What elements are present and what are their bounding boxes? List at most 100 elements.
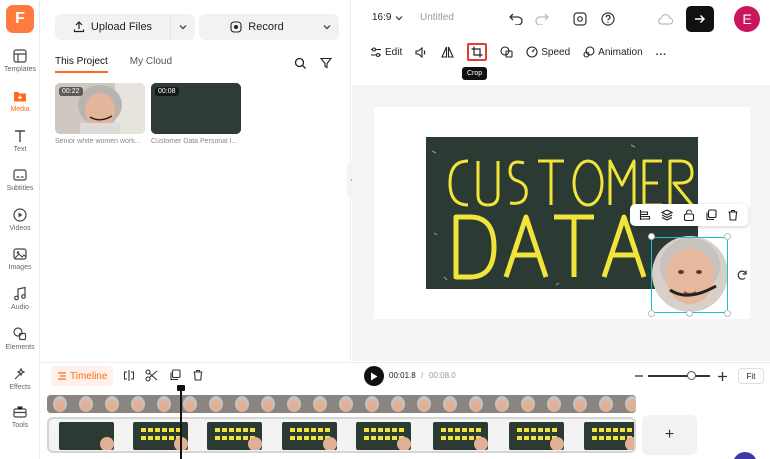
rail-item-subtitles[interactable]: Subtitles (0, 167, 40, 203)
rail-item-text[interactable]: Text (0, 128, 40, 164)
resize-handle-top-left[interactable] (648, 233, 655, 240)
speaker-icon (415, 46, 426, 58)
zoom-slider-knob[interactable] (687, 371, 696, 380)
help-button[interactable] (599, 10, 617, 28)
play-icon (371, 372, 378, 380)
zoom-slider-track[interactable] (648, 375, 710, 377)
zoom-in-icon[interactable] (718, 372, 727, 381)
split-icon[interactable] (123, 369, 135, 382)
aspect-ratio-select[interactable]: 16:9 (372, 12, 403, 23)
play-button[interactable] (364, 366, 384, 386)
rail-item-label: Tools (11, 422, 29, 429)
resize-handle-top-right[interactable] (724, 233, 731, 240)
record-options-button[interactable] (315, 23, 339, 31)
tab-this-project[interactable]: This Project (55, 56, 108, 73)
rail-item-label: Videos (9, 225, 31, 232)
screenshot-button[interactable] (571, 10, 589, 28)
project-title[interactable]: Untitled (420, 12, 454, 23)
unlock-icon[interactable] (683, 209, 695, 221)
total-time: 00:08.0 (429, 371, 456, 380)
duplicate-icon[interactable] (705, 209, 717, 221)
resize-handle-bottom-left[interactable] (648, 310, 655, 317)
search-icon (294, 57, 306, 69)
element-toolbar: Edit Speed Animation ... (364, 40, 764, 64)
flip-button[interactable] (441, 46, 455, 58)
timeline-toggle-button[interactable]: Timeline (51, 366, 114, 386)
media-thumb-video-1[interactable]: 00:22 (55, 83, 145, 134)
mask-button[interactable] (500, 46, 513, 58)
fit-button[interactable]: Fit (738, 368, 764, 384)
main-video-track[interactable]: 1 (47, 417, 636, 453)
face-frame-thumb (385, 395, 411, 413)
undo-button[interactable] (507, 10, 525, 28)
resize-handle-bottom-right[interactable] (724, 310, 731, 317)
media-thumb-video-2[interactable]: 00:08 (151, 83, 241, 134)
text-icon (15, 130, 25, 142)
crop-button[interactable] (467, 43, 488, 61)
face-frame-thumb (255, 395, 281, 413)
rail-item-media[interactable]: Media (0, 88, 40, 124)
record-button[interactable]: Record (199, 14, 339, 40)
rotate-handle[interactable] (735, 268, 749, 282)
edit-button[interactable]: Edit (370, 47, 402, 58)
filter-button[interactable] (315, 52, 337, 74)
face-frame-thumb (541, 395, 567, 413)
aspect-ratio-value: 16:9 (372, 12, 392, 23)
cloud-save-button[interactable] (656, 10, 674, 28)
elements-icon (13, 327, 27, 341)
video-clip-frame (59, 422, 114, 450)
more-options-button[interactable]: ... (656, 47, 667, 58)
edit-label: Edit (385, 46, 403, 58)
rail-item-audio[interactable]: Audio (0, 286, 40, 322)
media-caption: Customer Data Personal I... (151, 138, 238, 145)
resize-handle-bottom[interactable] (686, 310, 693, 317)
playhead[interactable] (180, 387, 182, 459)
zoom-out-icon[interactable] (635, 375, 643, 377)
upload-files-label: Upload Files (90, 21, 153, 33)
overlay-face-track[interactable] (47, 395, 636, 413)
help-icon (601, 12, 615, 26)
add-clip-button[interactable]: + (642, 415, 697, 455)
animation-button[interactable]: Animation (583, 46, 643, 58)
rail-item-templates[interactable]: Templates (0, 48, 40, 84)
redo-button[interactable] (533, 10, 551, 28)
upload-files-button[interactable]: Upload Files (55, 14, 195, 40)
effects-icon (14, 367, 26, 380)
rail-item-label: Effects (9, 384, 31, 391)
rail-item-images[interactable]: Images (0, 246, 40, 282)
rail-item-effects[interactable]: Effects (0, 366, 40, 402)
record-main[interactable]: Record (199, 21, 315, 33)
record-label: Record (248, 21, 284, 33)
rail-item-videos[interactable]: Videos (0, 207, 40, 243)
trash-icon[interactable] (192, 369, 204, 381)
rail-item-tools[interactable]: Tools (0, 404, 40, 440)
export-button[interactable] (686, 6, 714, 32)
subtitles-icon (13, 169, 27, 181)
speed-button[interactable]: Speed (526, 46, 570, 58)
search-button[interactable] (289, 52, 311, 74)
volume-button[interactable] (415, 46, 428, 58)
face-frame-thumb (333, 395, 359, 413)
face-frame-thumb (151, 395, 177, 413)
upload-options-button[interactable] (171, 14, 195, 40)
face-frame-thumb (281, 395, 307, 413)
face-frame-thumb (411, 395, 437, 413)
tab-my-cloud[interactable]: My Cloud (130, 56, 172, 73)
chevron-down-icon (323, 25, 331, 30)
chevron-down-icon (396, 15, 403, 20)
playhead-grip[interactable] (177, 385, 185, 391)
face-frame-thumb (437, 395, 463, 413)
selection-box (651, 237, 728, 313)
trash-icon[interactable] (727, 209, 739, 221)
layers-icon[interactable] (661, 209, 673, 221)
upload-files-main[interactable]: Upload Files (55, 14, 171, 40)
rail-item-elements[interactable]: Elements (0, 326, 40, 362)
face-frame-thumb (307, 395, 333, 413)
user-avatar[interactable]: E (734, 6, 760, 32)
scissors-icon[interactable] (145, 369, 158, 382)
align-icon[interactable] (639, 209, 651, 221)
duplicate-icon[interactable] (169, 369, 181, 381)
mask-shapes-icon (500, 46, 513, 58)
rail-item-label: Elements (5, 344, 35, 351)
app-logo[interactable]: F (6, 5, 34, 33)
